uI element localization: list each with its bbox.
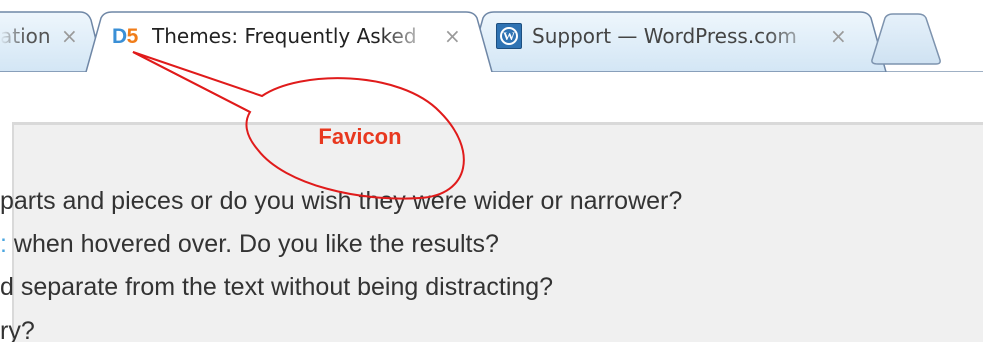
content-line-1: parts and pieces or do you wish they wer… — [0, 187, 683, 215]
tab-strip: ation × D5 Themes: Frequently Asked × W … — [0, 0, 983, 72]
tab-left-title[interactable]: ation — [0, 24, 56, 48]
wordpress-icon: W — [496, 23, 522, 49]
favicon-d: D — [112, 25, 127, 48]
tab-active-close-icon[interactable]: × — [444, 24, 461, 48]
favicon-5: 5 — [126, 25, 139, 48]
callout-label: Favicon — [318, 124, 402, 149]
tab-wordpress-close-icon[interactable]: × — [830, 24, 847, 48]
tab-wordpress-title[interactable]: Support — WordPress.com — [532, 24, 822, 48]
new-tab-icon[interactable] — [874, 14, 938, 64]
d5-favicon-icon: D5 — [112, 24, 138, 50]
browser-window: ation × D5 Themes: Frequently Asked × W … — [0, 0, 983, 342]
content-line-4: ry? — [0, 317, 35, 342]
content-line-3: d separate from the text without being d… — [0, 273, 554, 301]
tab-left-close-icon[interactable]: × — [61, 24, 78, 48]
content-line-2: : when hovered over. Do you like the res… — [0, 230, 499, 258]
toolbar — [0, 72, 983, 122]
link-fragment[interactable]: : — [0, 230, 7, 258]
page-content: parts and pieces or do you wish they wer… — [0, 122, 983, 342]
tab-active-title[interactable]: Themes: Frequently Asked — [152, 24, 436, 48]
